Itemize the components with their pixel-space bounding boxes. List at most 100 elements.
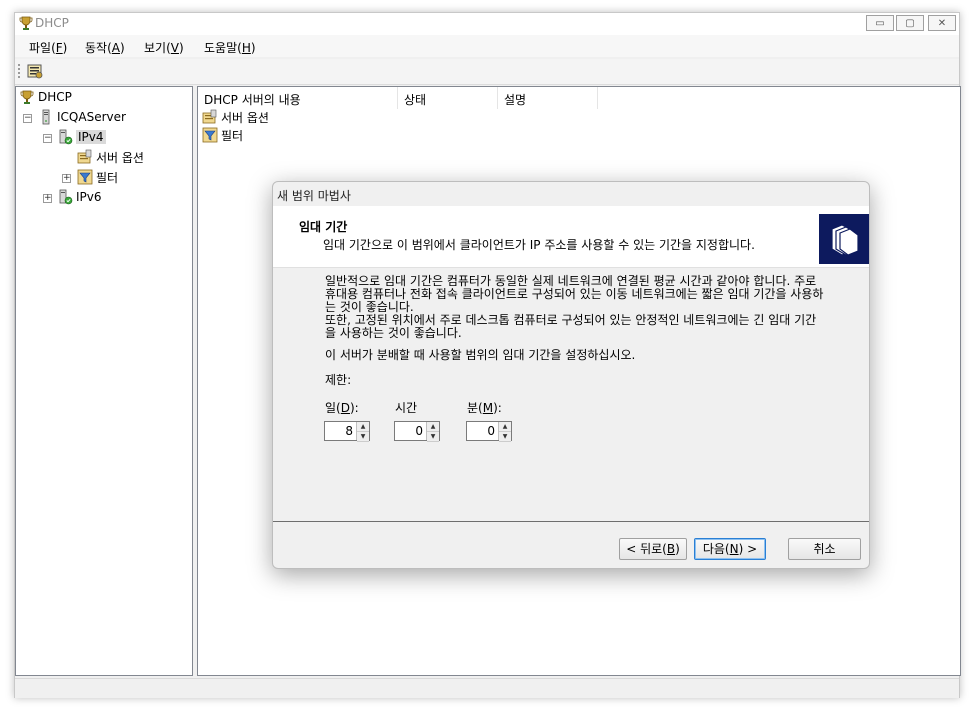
days-label-end: ): [349,401,359,415]
hours-spinner[interactable]: 0 ▲ ▼ [394,421,440,442]
menu-file-label-end: ) [62,41,68,55]
tree-label-dhcp: DHCP [38,90,72,104]
menu-help-label: 도움말( [204,41,242,55]
menu-view-label: 보기( [144,41,171,55]
days-label-key: D [340,401,350,415]
next-button-text: 다음( [702,542,730,556]
minutes-label: 분(M): [467,399,502,416]
days-label-text: 일( [325,401,341,415]
minimize-button[interactable]: ▭ [866,15,894,31]
menu-file-key: F [55,41,63,55]
tree-node-ipv4[interactable]: IPv4 [57,128,106,146]
tree-node-server[interactable]: ICQAServer [38,108,126,126]
tree-label-filters: 필터 [96,170,119,185]
minutes-label-key: M [482,401,494,415]
server-icon [42,109,50,125]
dialog-title: 새 범위 마법사 [277,189,351,203]
back-button[interactable]: < 뒤로(B) [619,538,687,560]
days-spinner[interactable]: 8 ▲ ▼ [324,421,370,442]
new-scope-wizard-dialog: 새 범위 마법사 임대 기간 임대 기간으로 이 범위에서 클라이언트가 IP … [272,181,870,569]
days-label: 일(D): [325,399,359,416]
server-options-icon [77,149,92,164]
tree-node-server-options[interactable]: 서버 옵션 [77,148,144,166]
list-item[interactable]: 필터 [202,126,243,144]
tree-node-dhcp[interactable]: DHCP [19,88,72,106]
tree-node-ipv6[interactable]: IPv6 [57,188,102,206]
menu-help-key: H [241,41,251,55]
back-button-text: < 뒤로( [626,542,667,556]
column-header-contents[interactable]: DHCP 서버의 내용 [198,87,398,109]
collapse-icon[interactable]: − [23,114,32,123]
spin-down-icon[interactable]: ▼ [499,432,511,442]
lease-description-paragraph-2: 또한, 고정된 위치에서 주로 데스크톱 컴퓨터로 구성되어 있는 안정적인 네… [325,313,817,340]
restore-button[interactable]: ▢ [896,15,924,31]
list-item[interactable]: 서버 옵션 [202,108,269,126]
minutes-spin-arrows[interactable]: ▲ ▼ [498,422,511,442]
server-options-icon [202,109,217,124]
properties-icon[interactable] [27,63,43,79]
filter-icon [202,127,218,143]
tree-pane[interactable]: DHCP − ICQAServer − IPv4 서버 옵션 + 필터 + IP… [15,86,193,676]
column-header-status[interactable]: 상태 [398,87,498,109]
menu-action[interactable]: 동작(A) [85,39,125,56]
dialog-subheading: 임대 기간으로 이 범위에서 클라이언트가 IP 주소를 사용할 수 있는 기간… [323,238,755,252]
expand-icon[interactable]: + [62,174,71,183]
next-button-end: ) > [738,542,758,556]
minutes-value[interactable]: 0 [467,422,498,440]
dhcp-trophy-icon [19,16,33,30]
lease-instruction: 이 서버가 분배할 때 사용할 범위의 임대 기간을 설정하십시오. [325,348,636,362]
column-header-description[interactable]: 설명 [498,87,598,109]
list-item-label: 서버 옵션 [221,110,269,125]
hours-label: 시간 [395,401,418,415]
menu-file[interactable]: 파일(F) [29,39,67,56]
tree-label-ipv4: IPv4 [76,130,106,144]
menu-view[interactable]: 보기(V) [144,39,184,56]
spin-down-icon[interactable]: ▼ [357,432,369,442]
menu-action-label-end: ) [119,41,125,55]
menu-help-label-end: ) [250,41,256,55]
status-bar [15,678,959,698]
days-spin-arrows[interactable]: ▲ ▼ [356,422,369,442]
tree-label-ipv6: IPv6 [76,190,102,204]
title-bar[interactable]: DHCP ▭ ▢ ✕ [15,13,959,35]
ipv4-server-icon [59,129,73,145]
close-button[interactable]: ✕ [928,15,956,31]
dialog-body: 일반적으로 임대 기간은 컴퓨터가 동일한 실제 네트워크에 연결된 평균 시간… [273,269,869,521]
dialog-header: 임대 기간 임대 기간으로 이 범위에서 클라이언트가 IP 주소를 사용할 수… [273,206,869,268]
tree-label-server-options: 서버 옵션 [96,150,144,165]
hours-spin-arrows[interactable]: ▲ ▼ [426,422,439,442]
minutes-label-text: 분( [467,401,483,415]
ipv6-server-icon [59,189,73,205]
days-value[interactable]: 8 [325,422,356,440]
menu-file-label: 파일( [29,41,56,55]
list-item-label: 필터 [221,128,244,143]
hours-value[interactable]: 0 [395,422,426,440]
collapse-icon[interactable]: − [43,134,52,143]
cancel-button[interactable]: 취소 [788,538,861,560]
dhcp-trophy-icon [20,90,34,104]
back-button-key: B [666,542,676,556]
menu-help[interactable]: 도움말(H) [204,39,256,56]
toolbar-grip[interactable] [18,64,20,80]
spin-up-icon[interactable]: ▲ [357,422,369,432]
expand-icon[interactable]: + [43,194,52,203]
toolbar [15,59,959,85]
spin-down-icon[interactable]: ▼ [427,432,439,442]
dialog-heading: 임대 기간 [299,220,348,234]
filter-icon [77,169,93,185]
tree-node-filters[interactable]: 필터 [77,168,118,186]
lease-description-paragraph: 일반적으로 임대 기간은 컴퓨터가 동일한 실제 네트워크에 연결된 평균 시간… [325,274,824,314]
next-button[interactable]: 다음(N) > [694,538,766,560]
menu-view-label-end: ) [178,41,184,55]
minutes-spinner[interactable]: 0 ▲ ▼ [466,421,512,442]
next-button-key: N [729,542,739,556]
tree-label-server: ICQAServer [57,110,126,124]
menu-bar: 파일(F) 동작(A) 보기(V) 도움말(H) [15,35,959,57]
minutes-label-end: ): [493,401,502,415]
wizard-folders-icon [819,214,869,264]
menu-action-label: 동작( [85,41,112,55]
spin-up-icon[interactable]: ▲ [427,422,439,432]
back-button-end: ) [675,542,680,556]
limit-label: 제한: [325,373,352,387]
spin-up-icon[interactable]: ▲ [499,422,511,432]
